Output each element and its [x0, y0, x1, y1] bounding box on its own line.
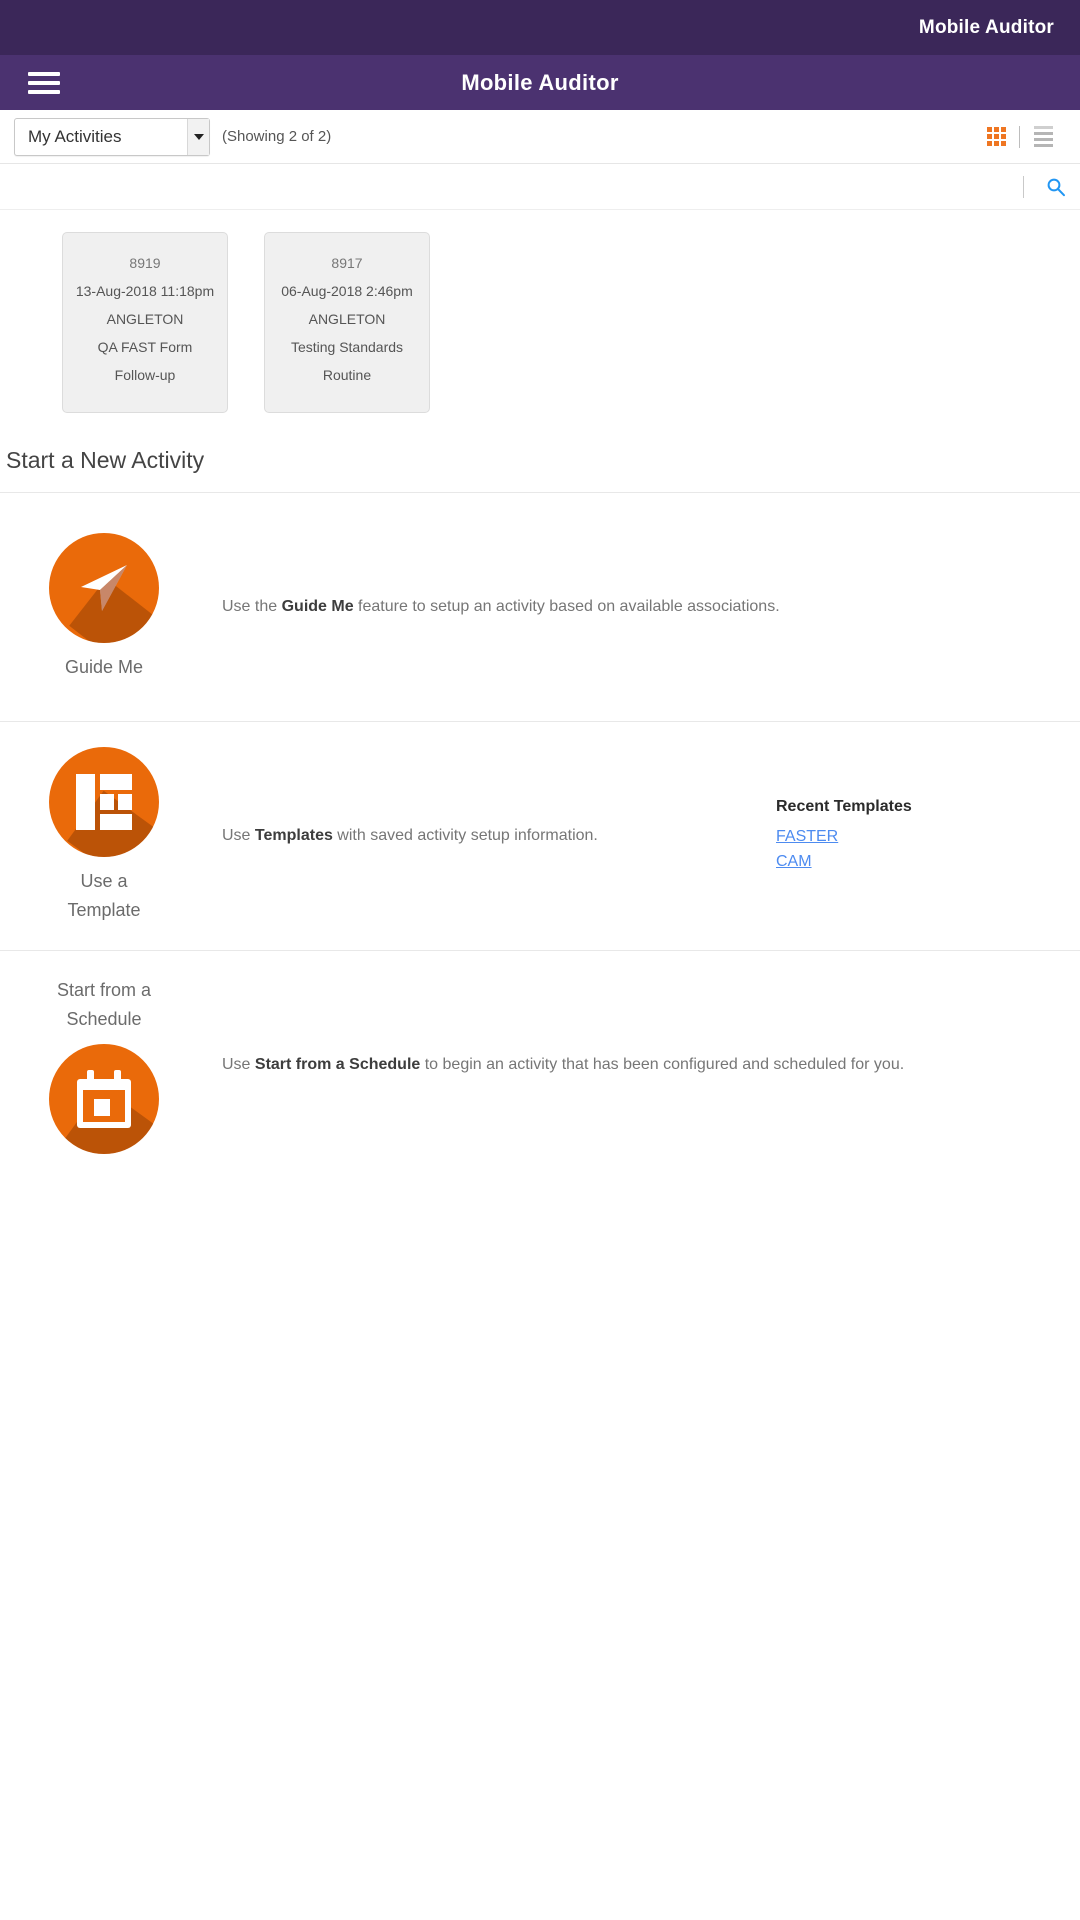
new-activity-heading: Start a New Activity	[6, 447, 205, 473]
use-template-media: Use a Template	[14, 747, 194, 925]
option-row-guide-me: Guide Me Use the Guide Me feature to set…	[0, 493, 1080, 721]
activity-filter-select[interactable]: My Activities	[14, 117, 210, 156]
hamburger-menu-icon[interactable]	[28, 71, 60, 94]
desc-emphasis: Start from a Schedule	[254, 1056, 421, 1073]
activity-datetime: 06-Aug-2018 2:46pm	[281, 283, 413, 299]
search-button[interactable]	[1046, 177, 1066, 197]
desc-pre: Use	[222, 827, 255, 844]
template-layout-icon	[76, 774, 132, 830]
search-icon	[1047, 178, 1065, 196]
use-template-label-line2: Template	[67, 900, 141, 920]
view-toggle-group	[973, 117, 1066, 157]
desc-post: feature to setup an activity based on av…	[353, 598, 780, 615]
desc-pre: Use	[222, 1056, 255, 1073]
paper-plane-icon	[81, 564, 127, 611]
hamburger-bar	[28, 80, 60, 85]
activity-type: Routine	[322, 367, 372, 383]
grid-view-icon	[986, 127, 1006, 146]
activity-type: Follow-up	[114, 367, 176, 383]
hamburger-bar	[28, 71, 60, 76]
activity-location: ANGLETON	[106, 311, 184, 327]
activity-id: 8917	[331, 255, 363, 271]
search-divider	[1023, 175, 1024, 198]
search-toolbar	[0, 164, 1080, 210]
page-title: Mobile Auditor	[461, 69, 619, 95]
activity-datetime: 13-Aug-2018 11:18pm	[75, 283, 215, 299]
activity-form: Testing Standards	[290, 339, 404, 355]
activity-card[interactable]: 8919 13-Aug-2018 11:18pm ANGLETON QA FAS…	[62, 232, 228, 413]
app-bar: Mobile Auditor	[0, 55, 1080, 110]
guide-me-media: Guide Me	[14, 532, 194, 682]
guide-me-description: Use the Guide Me feature to setup an act…	[194, 595, 1066, 619]
activity-location: ANGLETON	[308, 311, 386, 327]
activity-card-list: 8919 13-Aug-2018 11:18pm ANGLETON QA FAS…	[0, 210, 1080, 443]
start-from-schedule-label: Start from a Schedule	[57, 976, 151, 1034]
filter-toolbar: My Activities (Showing 2 of 2)	[0, 110, 1080, 164]
desc-emphasis: Guide Me	[281, 598, 354, 615]
start-from-schedule-media: Start from a Schedule	[14, 976, 194, 1154]
status-bar-title: Mobile Auditor	[918, 16, 1054, 38]
use-template-label-line1: Use a	[80, 871, 128, 891]
use-template-button[interactable]	[49, 747, 159, 857]
list-view-icon	[1033, 126, 1053, 147]
calendar-icon	[77, 1070, 131, 1128]
recent-template-link[interactable]: FASTER	[776, 824, 1066, 849]
grid-view-button[interactable]	[973, 117, 1019, 157]
activity-card[interactable]: 8917 06-Aug-2018 2:46pm ANGLETON Testing…	[264, 232, 430, 413]
option-row-use-template: Use a Template Use Templates with saved …	[0, 722, 1080, 950]
option-row-start-from-schedule: Start from a Schedule Use Start from a S…	[0, 951, 1080, 1179]
start-from-schedule-label-line2: Schedule	[66, 1009, 142, 1029]
status-bar: Mobile Auditor	[0, 0, 1080, 55]
chevron-down-icon[interactable]	[187, 118, 209, 155]
recent-templates-title: Recent Templates	[776, 798, 912, 815]
desc-post: with saved activity setup information.	[332, 827, 598, 844]
search-cluster	[1023, 164, 1066, 209]
showing-count-label: (Showing 2 of 2)	[222, 128, 332, 145]
start-from-schedule-button[interactable]	[49, 1044, 159, 1154]
desc-pre: Use the	[222, 598, 282, 615]
guide-me-button[interactable]	[49, 532, 159, 643]
recent-template-link[interactable]: CAM	[776, 849, 1066, 874]
start-from-schedule-description: Use Start from a Schedule to begin an ac…	[194, 1053, 1066, 1077]
use-template-label: Use a Template	[67, 867, 140, 925]
activity-form: QA FAST Form	[97, 339, 193, 355]
hamburger-bar	[28, 89, 60, 94]
guide-me-label: Guide Me	[64, 656, 144, 677]
activity-filter-value: My Activities	[28, 126, 122, 146]
list-view-button[interactable]	[1020, 117, 1066, 157]
desc-post: to begin an activity that has been confi…	[420, 1056, 905, 1073]
start-from-schedule-label-line1: Start from a	[56, 980, 152, 1000]
recent-templates-block: Recent Templates FASTER CAM	[766, 798, 1066, 874]
desc-emphasis: Templates	[254, 827, 333, 844]
activity-id: 8919	[129, 255, 161, 271]
use-template-description: Use Templates with saved activity setup …	[194, 824, 766, 848]
